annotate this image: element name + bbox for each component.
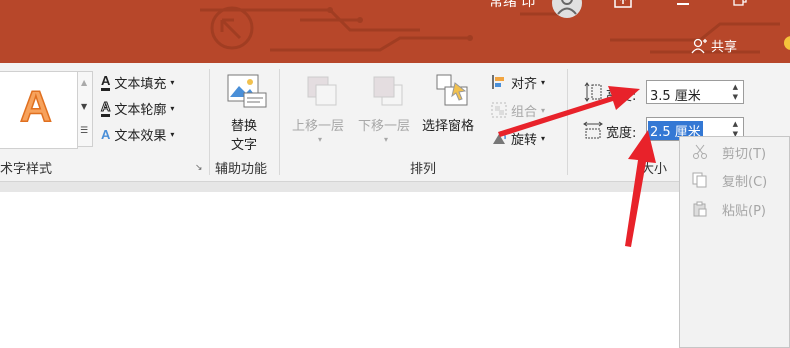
dropdown-arrow-icon: ▾: [541, 77, 546, 87]
group-icon: [491, 102, 507, 118]
alt-text-label-2: 文字: [231, 138, 258, 153]
circuit-decoration: [200, 6, 780, 54]
spin-down-icon[interactable]: ▼: [733, 93, 738, 101]
copy-label: 复制(C): [722, 174, 768, 190]
spin-up-icon[interactable]: ▲: [733, 83, 738, 91]
send-backward-label: 下移一层: [358, 119, 411, 134]
gallery-up-icon[interactable]: ▲: [81, 78, 87, 87]
dropdown-arrow-icon: ▾: [384, 135, 389, 144]
bring-forward-icon: [307, 76, 337, 106]
restore-icon[interactable]: [733, 0, 747, 6]
height-input[interactable]: 3.5 厘米 ▲ ▼: [646, 80, 744, 104]
height-value: 3.5 厘米: [650, 89, 701, 104]
size-group-label: 大小: [641, 162, 668, 177]
context-menu: 剪切(T) 复制(C) 粘贴(P): [679, 136, 790, 348]
group-button[interactable]: 组合 ▾: [491, 100, 545, 120]
copy-icon: [680, 172, 720, 188]
text-effects-icon: A: [101, 126, 111, 142]
align-label: 对齐: [511, 76, 538, 92]
alt-text-button[interactable]: 替换 文字: [222, 71, 272, 153]
dropdown-arrow-icon: ▾: [170, 77, 175, 87]
send-backward-button[interactable]: 下移一层 ▾: [356, 71, 420, 155]
ribbon: A ▲ ▼ ☰ A 文本填充 ▾ A 文本轮廓 ▾ A 文本效果 ▾ 术字样式 …: [0, 63, 790, 182]
menu-item-cut[interactable]: 剪切(T): [680, 139, 790, 165]
dialog-launcher-icon[interactable]: ↘: [195, 163, 203, 173]
selection-pane-label: 选择窗格: [422, 119, 475, 134]
text-effects-button[interactable]: A 文本效果 ▾: [101, 124, 174, 144]
workspace-gap: [0, 182, 790, 192]
height-label: 高度:: [606, 89, 637, 104]
share-person-icon: [691, 38, 707, 53]
text-fill-button[interactable]: A 文本填充 ▾: [101, 72, 174, 92]
selection-pane-icon: [436, 74, 468, 106]
gallery-scroll[interactable]: ▲ ▼ ☰: [77, 71, 93, 147]
share-label: 共享: [711, 40, 738, 55]
document-area[interactable]: [0, 192, 790, 348]
gallery-down-icon[interactable]: ▼: [81, 102, 87, 111]
dropdown-arrow-icon: ▾: [170, 129, 175, 139]
menu-item-paste[interactable]: 粘贴(P): [680, 196, 790, 222]
title-bar: 常绪 印 共享: [0, 0, 790, 63]
avatar[interactable]: [552, 0, 582, 18]
accessibility-group-label: 辅助功能: [215, 162, 268, 177]
separator: [567, 69, 568, 175]
wordart-gallery[interactable]: A: [0, 71, 78, 149]
dropdown-arrow-icon: ▾: [318, 135, 323, 144]
height-icon: [584, 82, 602, 106]
width-icon: [583, 121, 603, 143]
text-fill-label: 文本填充: [114, 76, 167, 92]
bring-forward-button[interactable]: 上移一层 ▾: [290, 71, 354, 155]
width-label: 宽度:: [606, 126, 637, 141]
bring-forward-label: 上移一层: [292, 119, 345, 134]
text-effects-label: 文本效果: [114, 128, 167, 144]
cut-label: 剪切(T): [722, 146, 767, 162]
paste-icon: [680, 201, 720, 217]
text-outline-label: 文本轮廓: [114, 102, 167, 118]
wordart-group-label: 术字样式: [0, 162, 53, 177]
gallery-more-icon[interactable]: ☰: [80, 126, 88, 136]
spin-up-icon[interactable]: ▲: [733, 120, 738, 128]
dropdown-arrow-icon: ▾: [170, 103, 175, 113]
scissors-icon: [680, 144, 720, 160]
selection-pane-button[interactable]: 选择窗格: [421, 71, 487, 155]
user-name[interactable]: 常绪 印: [489, 0, 535, 11]
send-backward-icon: [373, 76, 403, 106]
align-icon: [492, 75, 504, 89]
dropdown-arrow-icon: ▾: [541, 133, 546, 143]
alt-text-label-1: 替换: [231, 119, 258, 134]
menu-item-copy[interactable]: 复制(C): [680, 167, 790, 193]
rotate-button[interactable]: 旋转 ▾: [491, 128, 545, 148]
ribbon-display-icon[interactable]: [614, 0, 632, 8]
share-button[interactable]: 共享: [691, 36, 737, 55]
dropdown-arrow-icon: ▾: [541, 105, 546, 115]
text-outline-button[interactable]: A 文本轮廓 ▾: [100, 98, 175, 118]
picture-icon: [227, 74, 267, 108]
rotate-icon: [493, 131, 506, 144]
group-label: 组合: [511, 104, 538, 120]
separator: [209, 69, 210, 175]
separator: [279, 69, 280, 175]
text-fill-icon: A: [101, 73, 111, 91]
arrange-group-label: 排列: [410, 162, 437, 177]
paste-label: 粘贴(P): [722, 203, 766, 219]
minimize-icon[interactable]: [677, 3, 689, 5]
wordart-preview[interactable]: A: [19, 81, 52, 132]
rotate-label: 旋转: [511, 132, 538, 148]
align-button[interactable]: 对齐 ▾: [491, 72, 545, 92]
text-outline-icon: A: [100, 99, 111, 117]
